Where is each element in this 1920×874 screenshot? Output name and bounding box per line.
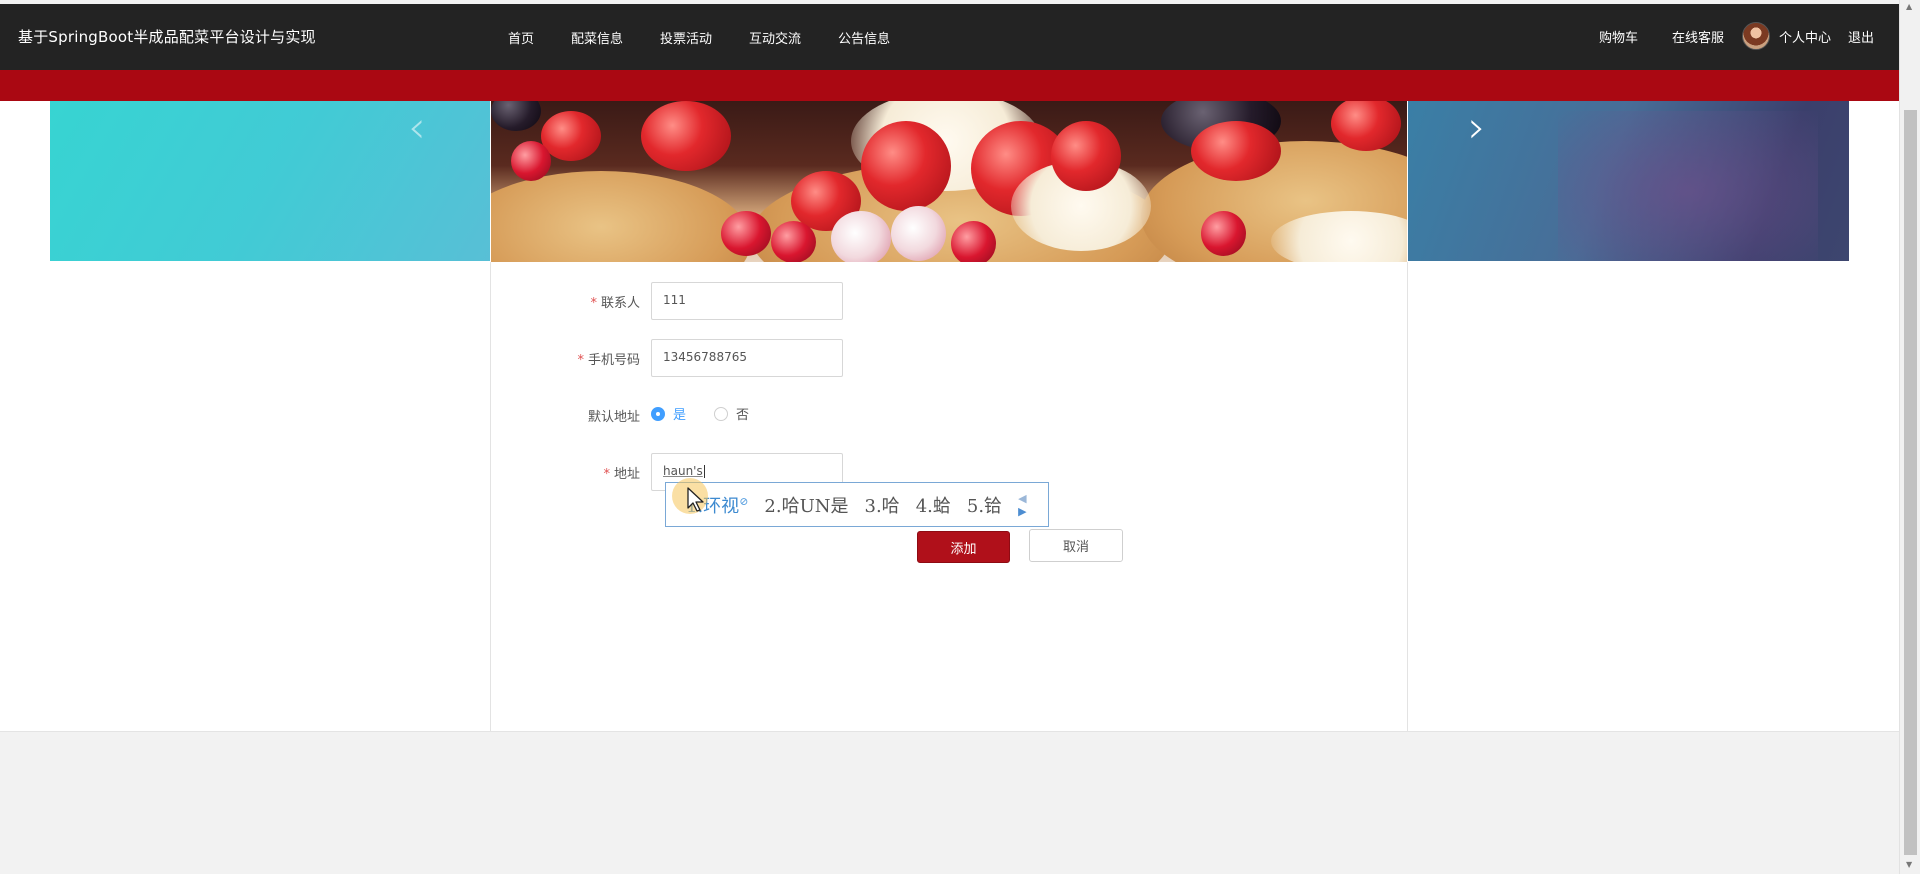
site-title[interactable]: 基于SpringBoot半成品配菜平台设计与实现	[18, 26, 316, 47]
radio-checked-icon	[651, 406, 665, 421]
scroll-up-icon[interactable]: ▲	[1906, 2, 1912, 11]
nav-item-announcements[interactable]: 公告信息	[838, 28, 890, 47]
nav-item-dishes[interactable]: 配菜信息	[571, 28, 623, 47]
online-service-link[interactable]: 在线客服	[1672, 27, 1724, 46]
avatar[interactable]	[1741, 22, 1770, 50]
scroll-down-icon[interactable]: ▼	[1906, 860, 1912, 869]
carousel-slide-active[interactable]	[491, 101, 1407, 262]
ime-candidate-3[interactable]: 3.哈	[865, 492, 900, 518]
nav-item-voting[interactable]: 投票活动	[660, 28, 712, 47]
check-icon: ⊘	[739, 494, 749, 508]
default-address-label: 默认地址	[587, 410, 640, 425]
radio-unchecked-icon	[714, 406, 729, 421]
accent-bar	[0, 70, 1899, 101]
scroll-thumb[interactable]	[1904, 110, 1917, 855]
form-row-default-address: 默认地址 是 否	[560, 396, 1060, 436]
content-divider-right	[1407, 262, 1408, 731]
nav-item-home[interactable]: 首页	[508, 28, 534, 47]
cart-link[interactable]: 购物车	[1599, 27, 1638, 46]
phone-label: * 手机号码	[577, 353, 640, 368]
main-nav: 首页 配菜信息 投票活动 互动交流 公告信息	[508, 28, 927, 47]
ime-candidate-5[interactable]: 5.铪	[967, 492, 1002, 518]
cancel-button[interactable]: 取消	[1029, 529, 1123, 562]
page-scrollbar[interactable]: ▲ ▼	[1899, 0, 1920, 874]
carousel-next-arrow-icon[interactable]: ›	[1468, 102, 1486, 153]
form-row-contact: * 联系人 111	[560, 282, 1060, 322]
ime-candidate-2[interactable]: 2.哈UN是	[764, 492, 848, 518]
ime-candidate-bar: 1.环视⊘ 2.哈UN是 3.哈 4.蛤 5.铪 ◀ ▶	[665, 482, 1049, 527]
ime-prev-page-icon[interactable]: ◀	[1018, 492, 1026, 505]
form-row-phone: * 手机号码 13456788765	[560, 339, 1060, 379]
add-button[interactable]: 添加	[917, 531, 1010, 563]
nav-item-forum[interactable]: 互动交流	[749, 28, 801, 47]
radio-default-yes[interactable]: 是	[651, 404, 686, 423]
ime-next-page-icon[interactable]: ▶	[1018, 505, 1026, 518]
contact-label: * 联系人	[590, 296, 640, 311]
ime-pager: ◀ ▶	[1018, 492, 1036, 518]
address-label: * 地址	[603, 467, 640, 482]
top-navbar: 基于SpringBoot半成品配菜平台设计与实现 首页 配菜信息 投票活动 互动…	[0, 4, 1899, 70]
mouse-cursor-icon	[687, 487, 704, 512]
personal-center-link[interactable]: 个人中心	[1779, 27, 1831, 46]
radio-default-no[interactable]: 否	[714, 404, 749, 423]
text-caret	[703, 465, 705, 478]
content-divider-left	[490, 262, 491, 731]
logout-link[interactable]: 退出	[1848, 27, 1874, 46]
page-footer-area	[0, 731, 1899, 872]
phone-input[interactable]: 13456788765	[651, 339, 843, 377]
ime-candidate-4[interactable]: 4.蛤	[916, 492, 951, 518]
default-address-radio-group: 是 否	[651, 404, 777, 423]
contact-input[interactable]: 111	[651, 282, 843, 320]
user-area: 购物车 在线客服 个人中心 退出	[1565, 22, 1874, 50]
carousel-prev-arrow-icon[interactable]: ‹	[408, 102, 426, 153]
